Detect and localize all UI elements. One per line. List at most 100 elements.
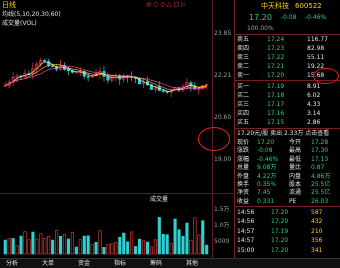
order-label: 卖四 [237, 45, 250, 52]
order-label: 买二 [237, 92, 250, 99]
order-price: 17.21 [267, 63, 285, 70]
volume-bar [15, 245, 19, 255]
tick-row: 14:56 17.20 587 [237, 209, 339, 217]
tab-indicators[interactable]: 指标 [112, 260, 128, 267]
stats-row: 现价 17.20 今开 17.28 [237, 139, 339, 147]
stats-label: 涨幅 [237, 155, 250, 163]
order-vol: 3.14 [307, 110, 321, 117]
price-tick: 20.60 [214, 114, 232, 121]
order-label: 卖五 [237, 36, 250, 43]
order-label: 买五 [237, 119, 250, 126]
stats-row: 净资 7.45 流通 25.5亿 [237, 189, 339, 197]
tool-icon-6[interactable]: ▷ [181, 1, 186, 8]
panel-divider [0, 193, 233, 194]
tick-time: 14:56 [237, 209, 255, 216]
tick-vol: 341 [311, 246, 323, 254]
order-price: 17.18 [267, 92, 285, 99]
order-row[interactable]: 卖三 17.22 55.11 [237, 54, 339, 62]
stats-label: 涨跌 [237, 147, 250, 155]
order-vol: 2.86 [307, 119, 321, 126]
order-price: 17.20 [267, 72, 285, 79]
stats-label: 总量 [237, 164, 250, 172]
order-row[interactable]: 卖四 17.23 82.98 [237, 45, 339, 53]
tool-icon-5[interactable]: □ [173, 1, 179, 8]
divider [235, 206, 340, 207]
volume-bar [165, 234, 169, 255]
order-label: 买四 [237, 110, 250, 117]
order-price: 17.19 [267, 83, 285, 90]
tab-other[interactable]: 其他 [184, 260, 200, 267]
order-price: 17.22 [267, 54, 285, 61]
volume-bar [66, 238, 70, 255]
order-row[interactable]: 买一 17.19 8.91 [237, 83, 339, 91]
stats-label: 净资 [237, 189, 250, 197]
kline-chart[interactable]: 日线 均线(5,10,20,30,60) 成交量(VOL) ◎ ○ ◇ △ □ … [0, 0, 233, 258]
tick-time: 14:57 [237, 227, 255, 235]
tool-icon-3[interactable]: ◇ [160, 1, 165, 8]
stats-value: 7.45 [257, 189, 271, 197]
order-row[interactable]: 买五 17.15 2.86 [237, 119, 339, 127]
volume-bar [74, 246, 78, 255]
volume-bar [23, 231, 27, 255]
volume-bar [157, 217, 161, 255]
volume-bar [94, 242, 98, 255]
order-row[interactable]: 买三 17.17 4.33 [237, 101, 339, 109]
volume-bar [130, 231, 134, 255]
stats-value: 0.331 [257, 197, 275, 205]
stats-value: 4.22万 [257, 172, 277, 180]
stats-value: -0.46% [257, 155, 279, 163]
candle-body [106, 76, 110, 81]
volume-bar [19, 235, 23, 255]
stats-row: 换手 0.35% 股本 25.5亿 [237, 181, 339, 189]
volume-bar [114, 242, 118, 255]
order-row[interactable]: 买四 17.16 3.14 [237, 110, 339, 118]
tab-analysis[interactable]: 分析 [4, 260, 20, 267]
stats-label: 换手 [237, 181, 250, 188]
order-vol: 6.02 [307, 92, 321, 99]
stats-label2: 最高 [289, 147, 302, 155]
order-price: 17.24 [267, 36, 285, 43]
quote-panel: 中天科技 600522 17.20 -0.08 -0.46% 100.00% 卖… [234, 0, 340, 258]
stats-row: 外盘 4.22万 内盘 4.86万 [237, 173, 339, 181]
current-price: 17.20 [249, 13, 272, 22]
tick-time: 14:57 [237, 237, 255, 245]
volume-bar [138, 238, 142, 255]
candle-body [43, 60, 47, 62]
volume-bar [35, 238, 39, 255]
stats-label2: 股本 [289, 181, 302, 188]
order-row[interactable]: 卖五 17.24 116.77 [237, 36, 339, 44]
toolbar-icons[interactable]: ◎ ○ ◇ △ □ ▷ [146, 1, 186, 8]
volume-bar [134, 246, 138, 255]
tab-chips[interactable]: 筹码 [148, 260, 164, 267]
tool-icon-1[interactable]: ◎ [146, 1, 151, 8]
tool-icon-2[interactable]: ○ [153, 1, 158, 8]
order-row[interactable]: 买二 17.18 6.02 [237, 92, 339, 100]
tick-price: 17.19 [271, 227, 289, 235]
annotation-circle [198, 127, 230, 151]
volume-bar [181, 235, 185, 255]
stats-row: 总量 9.08万 量比 0.87 [237, 164, 339, 172]
stats-header[interactable]: 17.20元/股 卖出 2.33万 点击查看 [237, 130, 339, 138]
price-change: -0.08 [281, 14, 297, 21]
volume-bar [153, 239, 157, 255]
volume-bar [27, 239, 31, 255]
volume-bar [47, 236, 51, 255]
tab-funds[interactable]: 资金 [76, 260, 92, 267]
tab-big-orders[interactable]: 大单 [40, 260, 56, 267]
stats-value: 17.20 [257, 139, 275, 146]
volume-bar [98, 230, 102, 255]
tool-icon-4[interactable]: △ [167, 1, 172, 8]
order-price: 17.17 [267, 101, 285, 108]
candle-body [86, 75, 90, 78]
stats-value2: 25.5亿 [311, 189, 331, 197]
volume-bar [173, 218, 177, 255]
tick-vol: 210 [311, 227, 323, 235]
order-price: 17.23 [267, 45, 285, 52]
stats-label2: 今开 [289, 139, 302, 146]
tick-row: 14:57 17.19 210 [237, 228, 339, 236]
volume-bar [7, 237, 11, 255]
order-vol: 55.11 [307, 54, 325, 61]
volume-bar [102, 247, 106, 255]
volume-bar [197, 234, 201, 255]
period-label: 日线 [2, 1, 16, 9]
